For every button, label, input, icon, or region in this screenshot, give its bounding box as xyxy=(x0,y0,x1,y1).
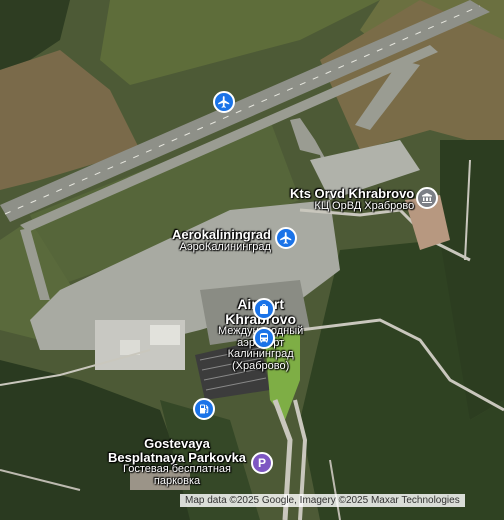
satellite-map[interactable]: Kts Orvd Khrabrovo КЦ ОрВД Храброво Aero… xyxy=(0,0,504,520)
parking-name-en-1: Gostevaya xyxy=(144,436,210,451)
airplane-icon[interactable] xyxy=(275,227,297,249)
airplane-icon[interactable] xyxy=(213,91,235,113)
kts-orvd-label[interactable]: Kts Orvd Khrabrovo КЦ ОрВД Храброво xyxy=(290,187,414,212)
parking-letter: P xyxy=(257,456,266,470)
aerokaliningrad-name-ru: АэроКалининград xyxy=(179,240,271,253)
map-attribution: Map data ©2025 Google, Imagery ©2025 Max… xyxy=(180,494,465,507)
parking-label[interactable]: Gostevaya Besplatnaya Parkovka Гостевая … xyxy=(108,437,246,487)
museum-icon[interactable] xyxy=(416,187,438,209)
bus-icon[interactable] xyxy=(253,327,275,349)
aerokaliningrad-name-en: Aerokaliningrad xyxy=(172,227,271,242)
kts-name-en: Kts Orvd Khrabrovo xyxy=(290,186,415,201)
airport-name-ru-4: (Храброво) xyxy=(232,360,290,373)
parking-icon[interactable]: P xyxy=(251,452,273,474)
fuel-icon[interactable] xyxy=(193,398,215,420)
satellite-imagery xyxy=(0,0,504,520)
kts-name-ru: КЦ ОрВД Храброво xyxy=(314,199,415,212)
aerokaliningrad-label[interactable]: Aerokaliningrad АэроКалининград xyxy=(172,228,271,253)
parking-name-ru-2: парковка xyxy=(153,474,201,487)
shopping-bag-icon[interactable] xyxy=(253,298,275,320)
